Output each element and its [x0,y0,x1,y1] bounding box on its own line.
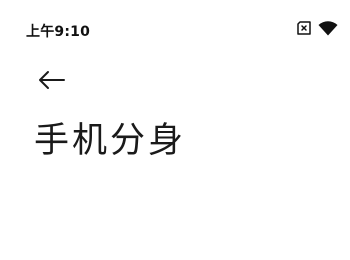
back-button[interactable] [36,68,70,96]
page-title: 手机分身 [34,121,187,161]
sim-off-icon [296,21,312,35]
status-time: 上午9:10 [26,24,91,40]
screen: 上午9:10 手机分身 [0,0,350,260]
status-bar: 上午9:10 [0,0,350,40]
wifi-icon [318,20,338,36]
status-icons [296,20,338,36]
back-arrow-icon [36,70,66,94]
